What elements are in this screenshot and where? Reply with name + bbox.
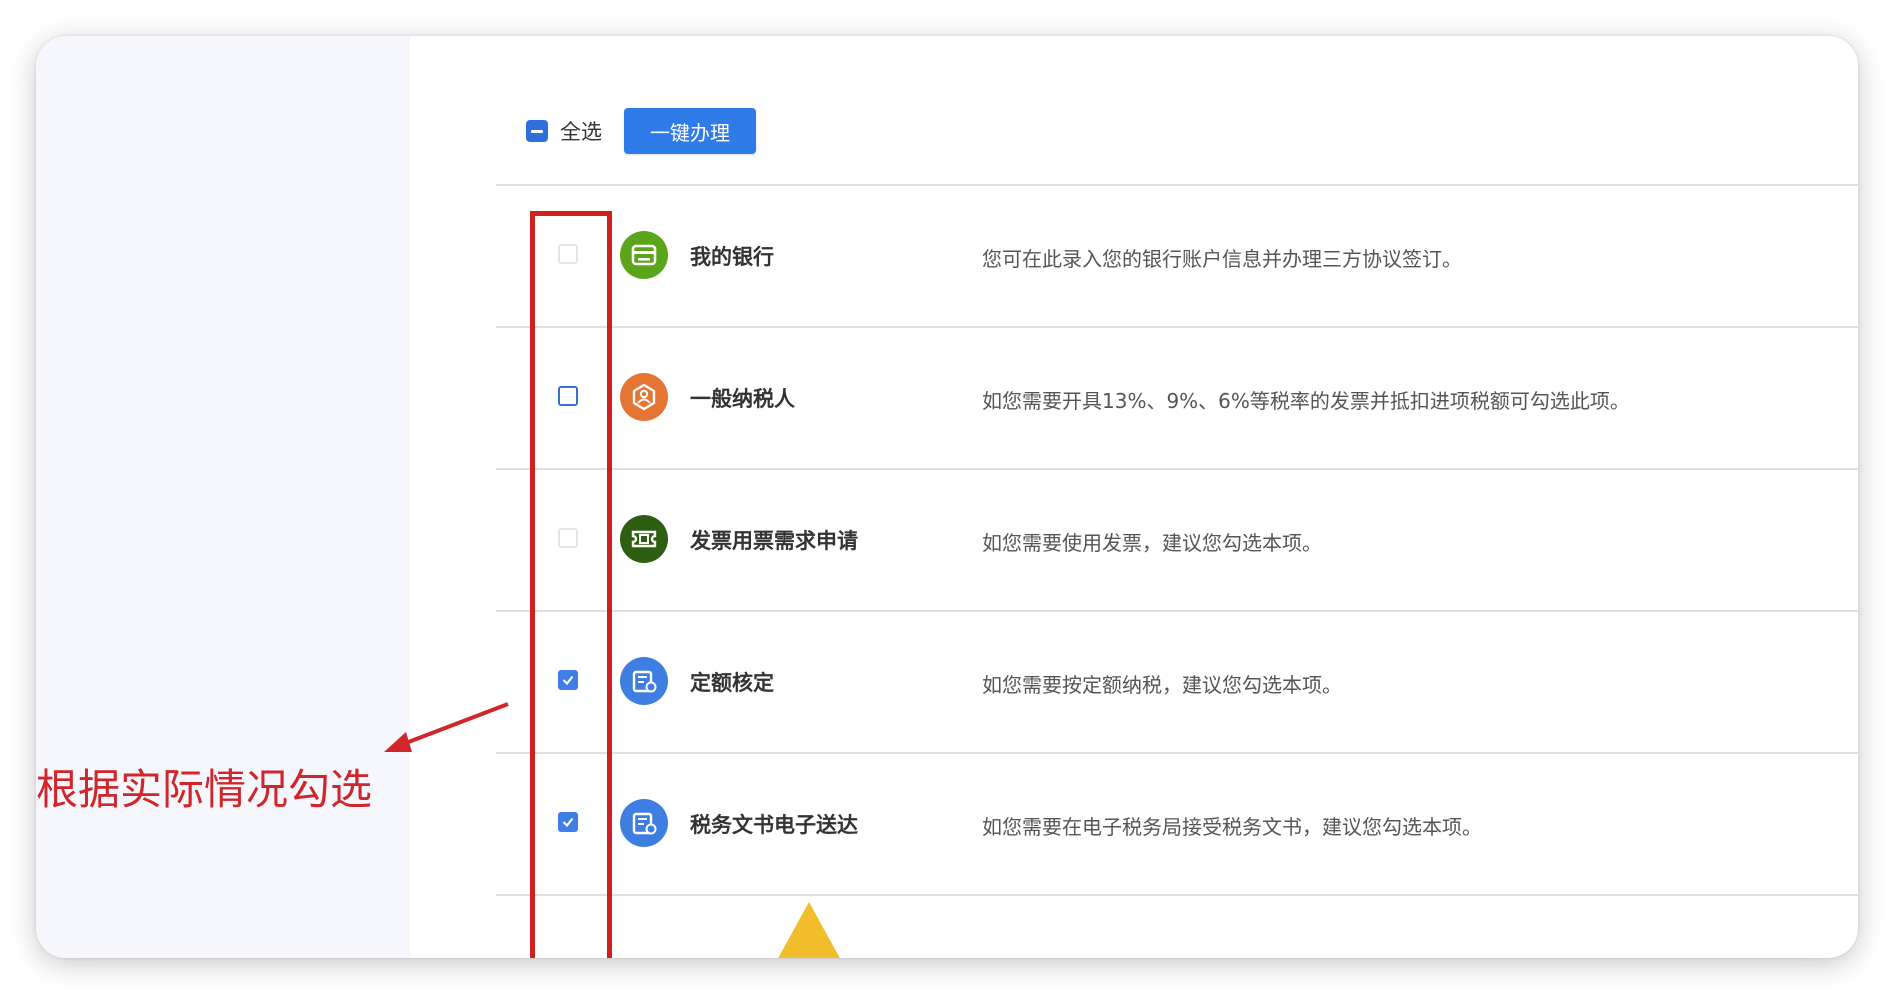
row-title: 我的银行	[690, 245, 774, 269]
service-list: 我的银行 您可在此录入您的银行账户信息并办理三方协议签订。 一般纳税人 如您需要…	[496, 184, 1858, 896]
row-description: 如您需要使用发票，建议您勾选本项。	[982, 531, 1322, 555]
row-title: 发票用票需求申请	[690, 529, 858, 553]
toolbar: 全选 一键办理	[526, 106, 756, 156]
row-checkbox-my-bank[interactable]	[558, 244, 578, 264]
pointer-icon	[778, 902, 840, 958]
select-all-label: 全选	[560, 120, 602, 144]
taxpayer-icon	[620, 373, 668, 421]
row-checkbox-general-taxpayer[interactable]	[558, 386, 578, 406]
annotation-arrow-icon	[384, 702, 509, 752]
select-all-checkbox[interactable]	[526, 120, 548, 142]
left-panel	[36, 36, 410, 958]
row-description: 如您需要按定额纳税，建议您勾选本项。	[982, 673, 1342, 697]
list-item-quota-assessment: 定额核定 如您需要按定额纳税，建议您勾选本项。	[496, 612, 1858, 754]
bank-card-icon	[620, 231, 668, 279]
list-item-invoice-request: 发票用票需求申请 如您需要使用发票，建议您勾选本项。	[496, 470, 1858, 612]
checkmark-icon	[562, 675, 574, 686]
minus-icon	[531, 129, 543, 133]
list-item-my-bank: 我的银行 您可在此录入您的银行账户信息并办理三方协议签订。	[496, 186, 1858, 328]
list-item-e-delivery: 税务文书电子送达 如您需要在电子税务局接受税务文书，建议您勾选本项。	[496, 754, 1858, 896]
checkmark-icon	[562, 817, 574, 828]
row-checkbox-e-delivery[interactable]	[558, 812, 578, 832]
row-title: 税务文书电子送达	[690, 813, 858, 837]
electronic-document-icon	[620, 799, 668, 847]
row-description: 您可在此录入您的银行账户信息并办理三方协议签订。	[982, 247, 1462, 271]
row-checkbox-quota-assessment[interactable]	[558, 670, 578, 690]
row-checkbox-invoice-request[interactable]	[558, 528, 578, 548]
row-description: 如您需要开具13%、9%、6%等税率的发票并抵扣进项税额可勾选此项。	[982, 389, 1630, 413]
row-title: 定额核定	[690, 671, 774, 695]
one-click-process-button[interactable]: 一键办理	[624, 108, 756, 154]
screenshot-frame: 全选 一键办理 我的银行 您可在此录入您的银行账户信息并办理三方协议签订。 一般…	[36, 36, 1858, 958]
list-item-general-taxpayer: 一般纳税人 如您需要开具13%、9%、6%等税率的发票并抵扣进项税额可勾选此项。	[496, 328, 1858, 470]
row-description: 如您需要在电子税务局接受税务文书，建议您勾选本项。	[982, 815, 1482, 839]
invoice-ticket-icon	[620, 515, 668, 563]
quota-document-icon	[620, 657, 668, 705]
row-title: 一般纳税人	[690, 387, 795, 411]
annotation-text: 根据实际情况勾选	[36, 765, 373, 814]
